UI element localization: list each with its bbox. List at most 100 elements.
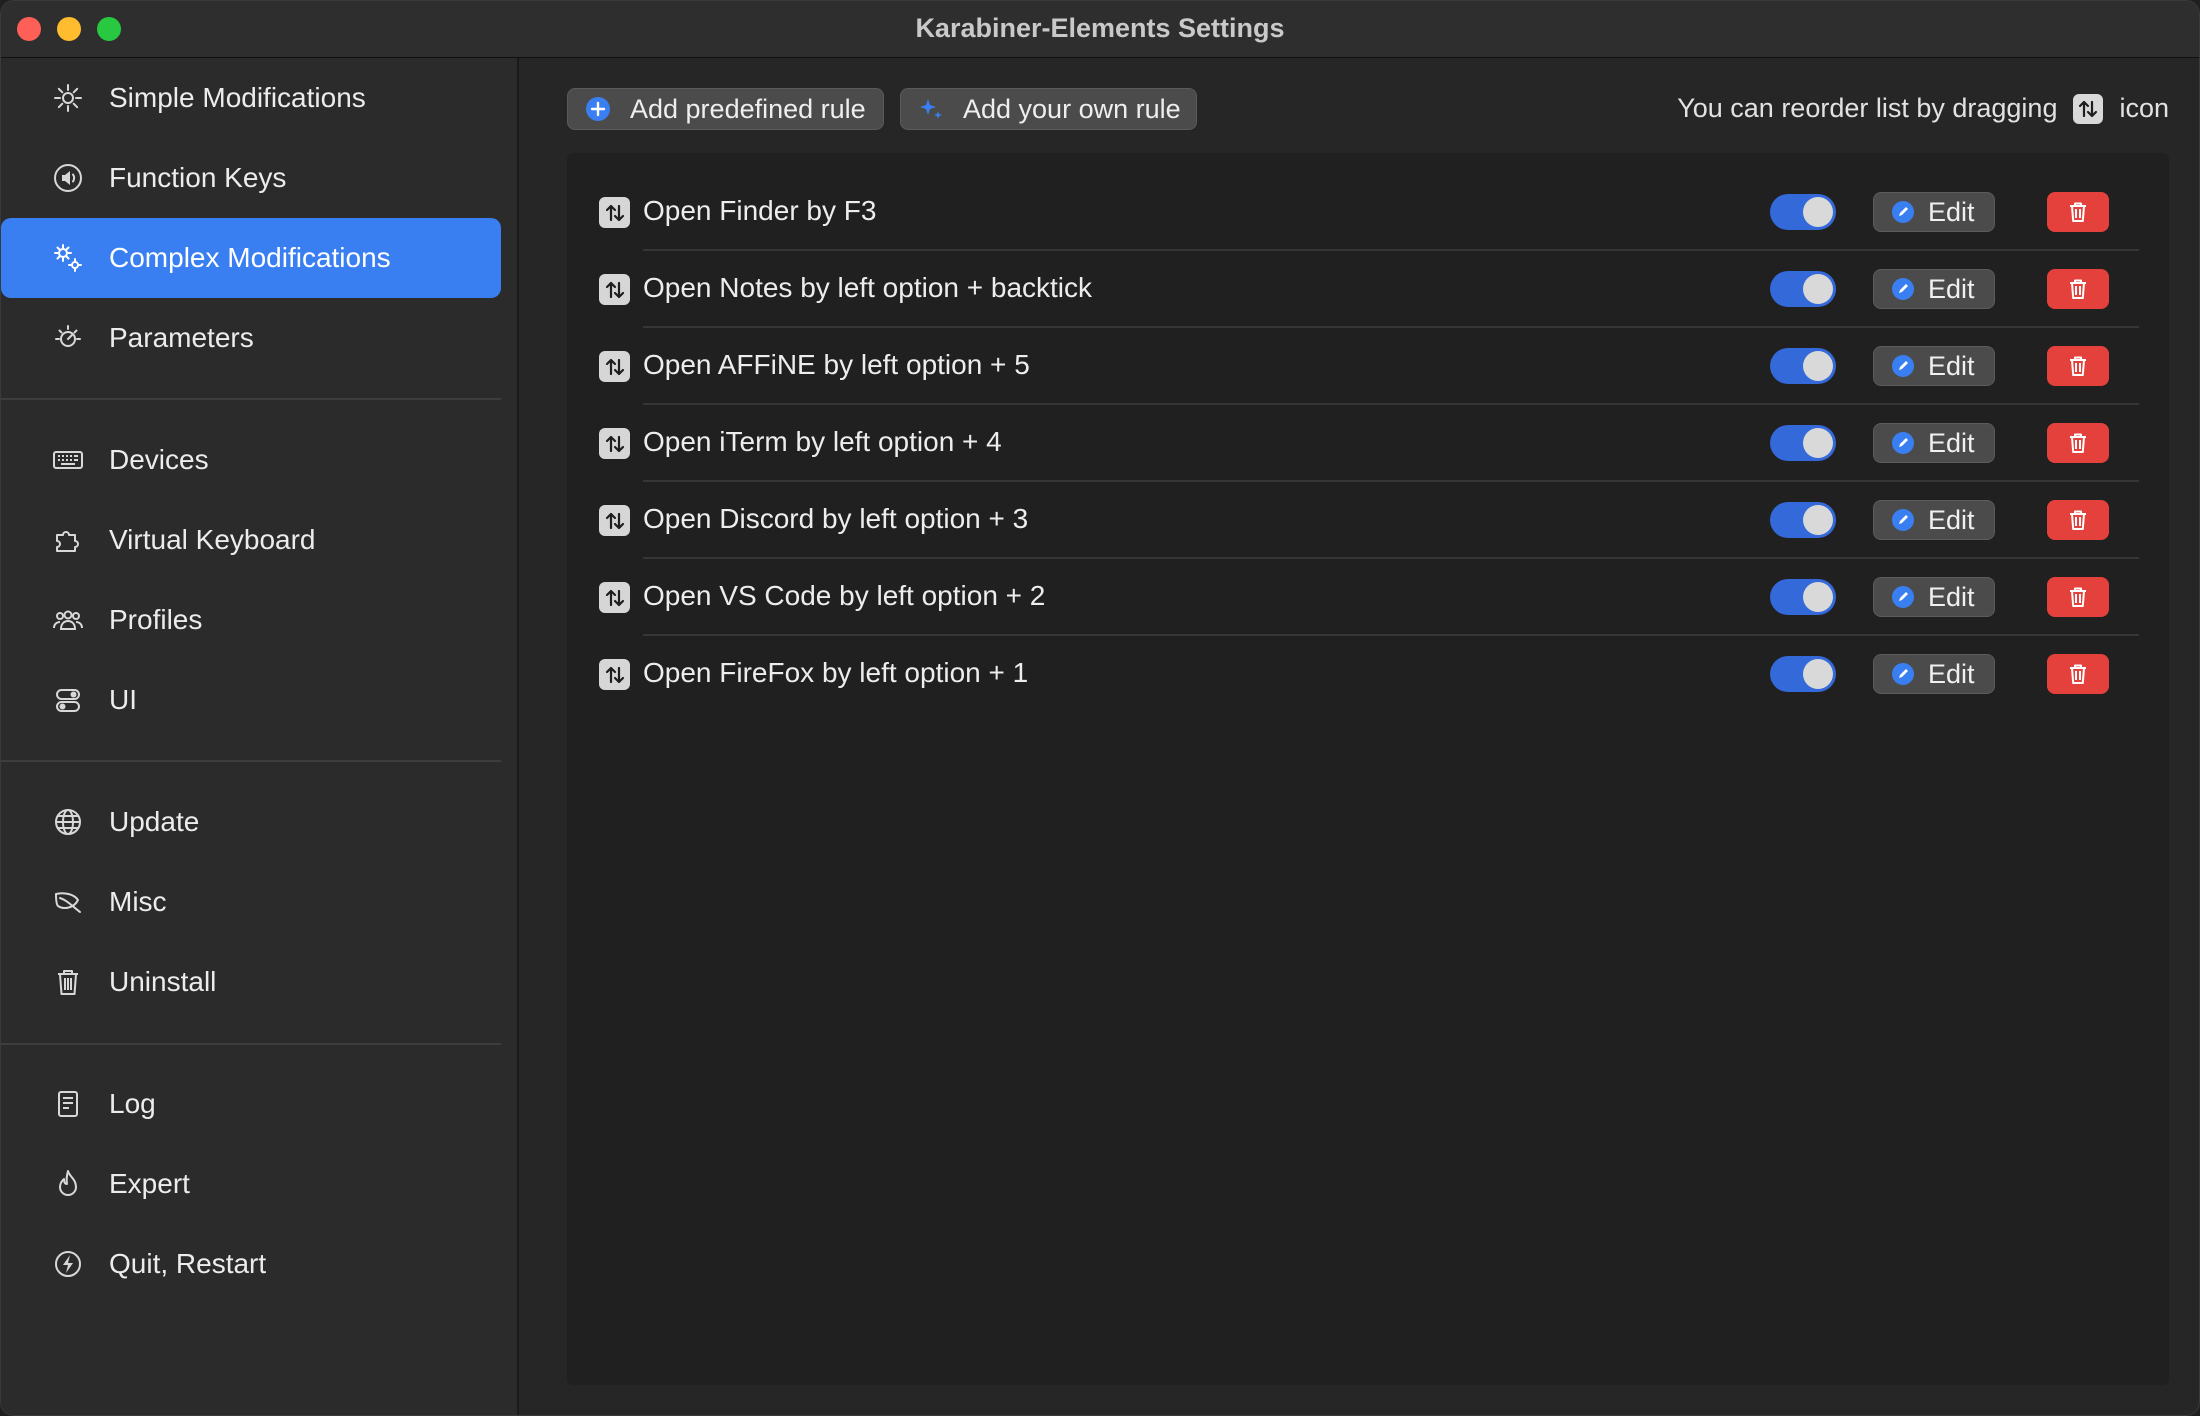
sidebar-separator — [1, 1043, 501, 1045]
sidebar-item-virtual-keyboard[interactable]: Virtual Keyboard — [1, 500, 501, 580]
sidebar-item-expert[interactable]: Expert — [1, 1144, 501, 1224]
rule-enabled-toggle[interactable] — [1770, 271, 1836, 307]
add-own-rule-button[interactable]: Add your own rule — [900, 88, 1197, 130]
delete-rule-button[interactable] — [2047, 346, 2109, 386]
rule-row: Open FireFox by left option + 1 Edit — [567, 636, 2169, 713]
sidebar-item-devices[interactable]: Devices — [1, 420, 501, 500]
trash-icon — [51, 965, 85, 999]
sidebar-item-label: Simple Modifications — [109, 82, 366, 113]
rule-row: Open AFFiNE by left option + 5 Edit — [567, 328, 2169, 405]
rule-label: Open VS Code by left option + 2 — [643, 580, 1046, 611]
edit-rule-button[interactable]: Edit — [1873, 500, 1995, 540]
add-predefined-rule-button[interactable]: Add predefined rule — [567, 88, 884, 130]
rule-enabled-toggle[interactable] — [1770, 348, 1836, 384]
settings-window: Karabiner-Elements Settings Simple Modif… — [0, 0, 2200, 1416]
edit-rule-button[interactable]: Edit — [1873, 423, 1995, 463]
toggle-knob — [1803, 582, 1833, 612]
sidebar-separator — [1, 398, 501, 400]
edit-rule-button[interactable]: Edit — [1873, 192, 1995, 232]
flame-icon — [51, 1167, 85, 1201]
sidebar-item-label: Uninstall — [109, 966, 217, 997]
sidebar-item-complex-modifications[interactable]: Complex Modifications — [1, 218, 501, 298]
pencil-circle-icon — [1892, 432, 1914, 454]
edit-label: Edit — [1928, 350, 1975, 381]
sidebar-item-parameters[interactable]: Parameters — [1, 298, 501, 378]
toggle-knob — [1803, 197, 1833, 227]
sidebar-item-quit-restart[interactable]: Quit, Restart — [1, 1224, 501, 1304]
add-own-rule-label: Add your own rule — [963, 93, 1181, 124]
edit-label: Edit — [1928, 273, 1975, 304]
trash-icon — [2070, 433, 2086, 453]
trash-icon — [2070, 587, 2086, 607]
rule-label: Open Finder by F3 — [643, 195, 877, 226]
sidebar-item-label: Expert — [109, 1168, 190, 1199]
drag-handle-icon[interactable] — [599, 505, 630, 536]
sidebar-item-ui[interactable]: UI — [1, 660, 501, 740]
rule-row: Open Notes by left option + backtick Edit — [567, 251, 2169, 328]
rules-list: Open Finder by F3 Edit Open Notes by left … — [567, 153, 2169, 1385]
drag-handle-icon[interactable] — [599, 659, 630, 690]
drag-handle-icon[interactable] — [599, 274, 630, 305]
drag-handle-icon[interactable] — [599, 351, 630, 382]
sidebar-item-uninstall[interactable]: Uninstall — [1, 942, 501, 1022]
delete-rule-button[interactable] — [2047, 423, 2109, 463]
reorder-arrows-icon — [2073, 93, 2104, 124]
rule-row: Open Finder by F3 Edit — [567, 174, 2169, 251]
edit-label: Edit — [1928, 504, 1975, 535]
rule-row: Open Discord by left option + 3 Edit — [567, 482, 2169, 559]
rule-enabled-toggle[interactable] — [1770, 425, 1836, 461]
reorder-hint-suffix: icon — [2119, 93, 2169, 123]
rule-label: Open FireFox by left option + 1 — [643, 657, 1029, 688]
drag-handle-icon[interactable] — [599, 428, 630, 459]
edit-rule-button[interactable]: Edit — [1873, 577, 1995, 617]
rule-enabled-toggle[interactable] — [1770, 502, 1836, 538]
rule-enabled-toggle[interactable] — [1770, 579, 1836, 615]
toggle-knob — [1803, 428, 1833, 458]
sidebar-item-label: Quit, Restart — [109, 1248, 267, 1279]
keyboard-icon — [51, 443, 85, 477]
sidebar-item-function-keys[interactable]: Function Keys — [1, 138, 501, 218]
edit-rule-button[interactable]: Edit — [1873, 346, 1995, 386]
leaf-icon — [51, 885, 85, 919]
sidebar-item-update[interactable]: Update — [1, 782, 501, 862]
toggle-knob — [1803, 351, 1833, 381]
rule-enabled-toggle[interactable] — [1770, 656, 1836, 692]
sidebar-item-profiles[interactable]: Profiles — [1, 580, 501, 660]
rule-row: Open iTerm by left option + 4 Edit — [567, 405, 2169, 482]
rule-enabled-toggle[interactable] — [1770, 194, 1836, 230]
delete-rule-button[interactable] — [2047, 192, 2109, 232]
gears-icon — [51, 241, 85, 275]
sidebar-item-simple-modifications[interactable]: Simple Modifications — [1, 58, 501, 138]
pencil-circle-icon — [1892, 355, 1914, 377]
delete-rule-button[interactable] — [2047, 654, 2109, 694]
drag-handle-icon[interactable] — [599, 582, 630, 613]
edit-rule-button[interactable]: Edit — [1873, 269, 1995, 309]
sidebar-item-label: Parameters — [109, 322, 254, 353]
reorder-hint: You can reorder list by dragging icon — [1677, 93, 2169, 124]
edit-label: Edit — [1928, 581, 1975, 612]
drag-handle-icon[interactable] — [599, 197, 630, 228]
trash-icon — [2070, 356, 2086, 376]
rule-label: Open iTerm by left option + 4 — [643, 426, 1002, 457]
bolt-icon — [51, 1247, 85, 1281]
add-predefined-rule-label: Add predefined rule — [630, 93, 866, 124]
sidebar-item-label: Profiles — [109, 604, 203, 635]
globe-icon — [51, 805, 85, 839]
sun-dial-icon — [51, 321, 85, 355]
sidebar-item-log[interactable]: Log — [1, 1064, 501, 1144]
sidebar-item-label: Log — [109, 1088, 156, 1119]
sidebar-item-label: Update — [109, 806, 200, 837]
sidebar-item-label: Virtual Keyboard — [109, 524, 316, 555]
sidebar-item-misc[interactable]: Misc — [1, 862, 501, 942]
edit-rule-button[interactable]: Edit — [1873, 654, 1995, 694]
document-icon — [51, 1087, 85, 1121]
sidebar-item-label: UI — [109, 684, 137, 715]
rule-row: Open VS Code by left option + 2 Edit — [567, 559, 2169, 636]
delete-rule-button[interactable] — [2047, 269, 2109, 309]
gear-icon — [51, 81, 85, 115]
rule-label: Open AFFiNE by left option + 5 — [643, 349, 1030, 380]
delete-rule-button[interactable] — [2047, 500, 2109, 540]
delete-rule-button[interactable] — [2047, 577, 2109, 617]
sidebar-item-label: Devices — [109, 444, 209, 475]
pencil-circle-icon — [1892, 663, 1914, 685]
